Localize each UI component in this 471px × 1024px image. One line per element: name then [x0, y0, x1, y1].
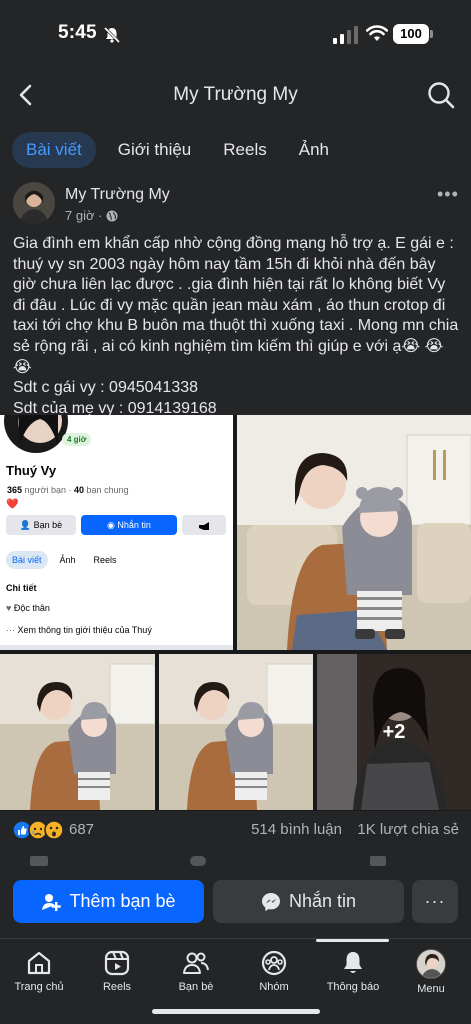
battery-indicator: 100 [393, 24, 433, 44]
post-more-icon[interactable]: ••• [437, 184, 459, 205]
add-friend-icon [42, 893, 62, 911]
mini-messenger-icon: ◉ [107, 520, 118, 530]
tab-posts[interactable]: Bài viết [12, 132, 96, 168]
home-icon [27, 951, 51, 975]
message-button[interactable]: Nhắn tin [213, 880, 404, 923]
mini-more-button [182, 515, 226, 535]
photo-woman-baby-1[interactable] [0, 654, 155, 810]
mini-message-button: ◉ Nhắn tin [81, 515, 177, 535]
nav-reels[interactable]: Reels [77, 949, 157, 993]
mini-mutual-count: 40 [74, 485, 85, 495]
mini-detail-more: ··· Xem thông tin giới thiệu của Thuý [6, 625, 152, 635]
reactions-bar: 687 514 bình luận 1K lượt chia sẻ [12, 818, 459, 842]
mini-dots-icon: ··· [6, 625, 18, 635]
tab-about[interactable]: Giới thiệu [108, 132, 202, 168]
nav-home-label: Trang chủ [14, 981, 64, 993]
photo-grid: 4 giờ Thuý Vy 365 người bạn · 40 bạn chu… [0, 415, 471, 811]
mini-status-text: Độc thân [13, 603, 50, 613]
woman-baby-image [159, 654, 313, 810]
status-bar: 5:45 100 [0, 0, 471, 70]
photo-woman-baby-large[interactable] [237, 415, 471, 650]
mini-friends-label: người bạn · [24, 485, 72, 495]
mini-friends-button: 👤 Bạn bè [6, 515, 76, 535]
more-actions-button[interactable]: ··· [412, 880, 458, 923]
author-avatar[interactable] [13, 182, 55, 224]
more-photos-overlay: +2 [317, 654, 471, 810]
friends-icon [183, 952, 209, 974]
nav-menu[interactable]: Menu [391, 949, 471, 995]
mini-details-title: Chi tiết [6, 583, 37, 593]
profile-tabs: Bài viết Giới thiệu Reels Ảnh [12, 131, 339, 169]
bell-off-icon [103, 26, 121, 44]
header: My Trường My [0, 70, 471, 122]
nav-notifications[interactable]: Thông báo [313, 949, 393, 993]
add-friend-button[interactable]: Thêm bạn bè [13, 880, 204, 923]
post-text: Gia đình em khẩn cấp nhờ cộng đồng mạng … [13, 234, 461, 419]
post-time: 7 giờ · [65, 208, 103, 223]
reels-icon [104, 950, 130, 976]
menu-avatar-image [417, 950, 445, 978]
woman-baby-image [237, 415, 471, 650]
mini-mutual-label: bạn chung [86, 485, 129, 495]
comment-count[interactable]: 514 bình luận [251, 821, 342, 838]
nav-groups[interactable]: Nhóm [234, 949, 314, 993]
reaction-count[interactable]: 687 [69, 821, 94, 838]
globe-icon [106, 210, 118, 221]
mini-online-badge: 4 giờ [62, 433, 92, 446]
mini-profile-name: Thuý Vy [6, 463, 57, 478]
woman-baby-image [0, 654, 155, 810]
mini-friends-icon: 👤 [19, 520, 34, 530]
mini-tab-reels: Reels [93, 555, 117, 565]
post-header: My Trường My 7 giờ · ••• [0, 180, 471, 228]
nav-groups-label: Nhóm [259, 981, 289, 993]
mini-profile-avatar [4, 415, 68, 453]
mini-detail-status: ♥ Độc thân [6, 603, 50, 613]
share-count[interactable]: 1K lượt chia sẻ [357, 821, 459, 838]
profile-action-bar: Thêm bạn bè Nhắn tin ··· [0, 868, 471, 938]
page-title: My Trường My [173, 84, 298, 105]
tab-photos[interactable]: Ảnh [289, 132, 339, 168]
mini-message-label: Nhắn tin [117, 520, 151, 530]
add-friend-label: Thêm bạn bè [69, 891, 176, 911]
menu-avatar [416, 949, 446, 979]
nav-active-indicator [316, 939, 389, 942]
search-icon[interactable] [426, 80, 456, 110]
post-body: Gia đình em khẩn cấp nhờ cộng đồng mạng … [13, 235, 459, 376]
wifi-icon [366, 25, 388, 41]
nav-reels-label: Reels [102, 981, 132, 993]
mini-hand-icon [199, 521, 209, 530]
messenger-icon [261, 892, 280, 911]
photo-woman-baby-2[interactable] [159, 654, 313, 810]
mini-heart: ❤️ [6, 499, 19, 510]
reaction-icons[interactable] [12, 820, 66, 840]
photo-more[interactable]: +2 [317, 654, 471, 810]
photo-profile-screenshot[interactable]: 4 giờ Thuý Vy 365 người bạn · 40 bạn chu… [0, 415, 233, 650]
nav-home[interactable]: Trang chủ [0, 949, 79, 993]
mini-friends-label-btn: Bạn bè [33, 520, 63, 530]
mini-friends-count: 365 [7, 485, 23, 495]
mini-profile-stats: 365 người bạn · 40 bạn chung [7, 485, 129, 495]
post-author-name[interactable]: My Trường My [65, 186, 170, 204]
status-time: 5:45 [58, 22, 97, 43]
mini-heart-icon: ♥ [6, 603, 14, 613]
more-photos-count: +2 [382, 720, 406, 743]
tab-reels[interactable]: Reels [213, 132, 276, 168]
mini-tab-posts: Bài viết [6, 551, 48, 569]
post-phone-sister: Sdt c gái vy : 0945041338 [13, 379, 199, 397]
post-actions-faded [30, 856, 386, 866]
nav-friends-label: Bạn bè [178, 981, 214, 993]
mini-tab-photos: Ảnh [59, 555, 76, 565]
signal-icon [333, 26, 358, 44]
message-label: Nhắn tin [288, 891, 357, 911]
nav-menu-label: Menu [417, 983, 445, 995]
bell-icon [344, 952, 362, 973]
post-meta: 7 giờ · [65, 208, 118, 223]
mini-tabs: Bài viết Ảnh Reels [6, 551, 123, 569]
nav-notifications-label: Thông báo [326, 981, 380, 993]
mini-divider [0, 645, 233, 650]
home-indicator [152, 1009, 320, 1014]
groups-icon [261, 950, 287, 976]
mini-more-text: Xem thông tin giới thiệu của Thuý [17, 625, 152, 635]
nav-friends[interactable]: Bạn bè [156, 949, 236, 993]
